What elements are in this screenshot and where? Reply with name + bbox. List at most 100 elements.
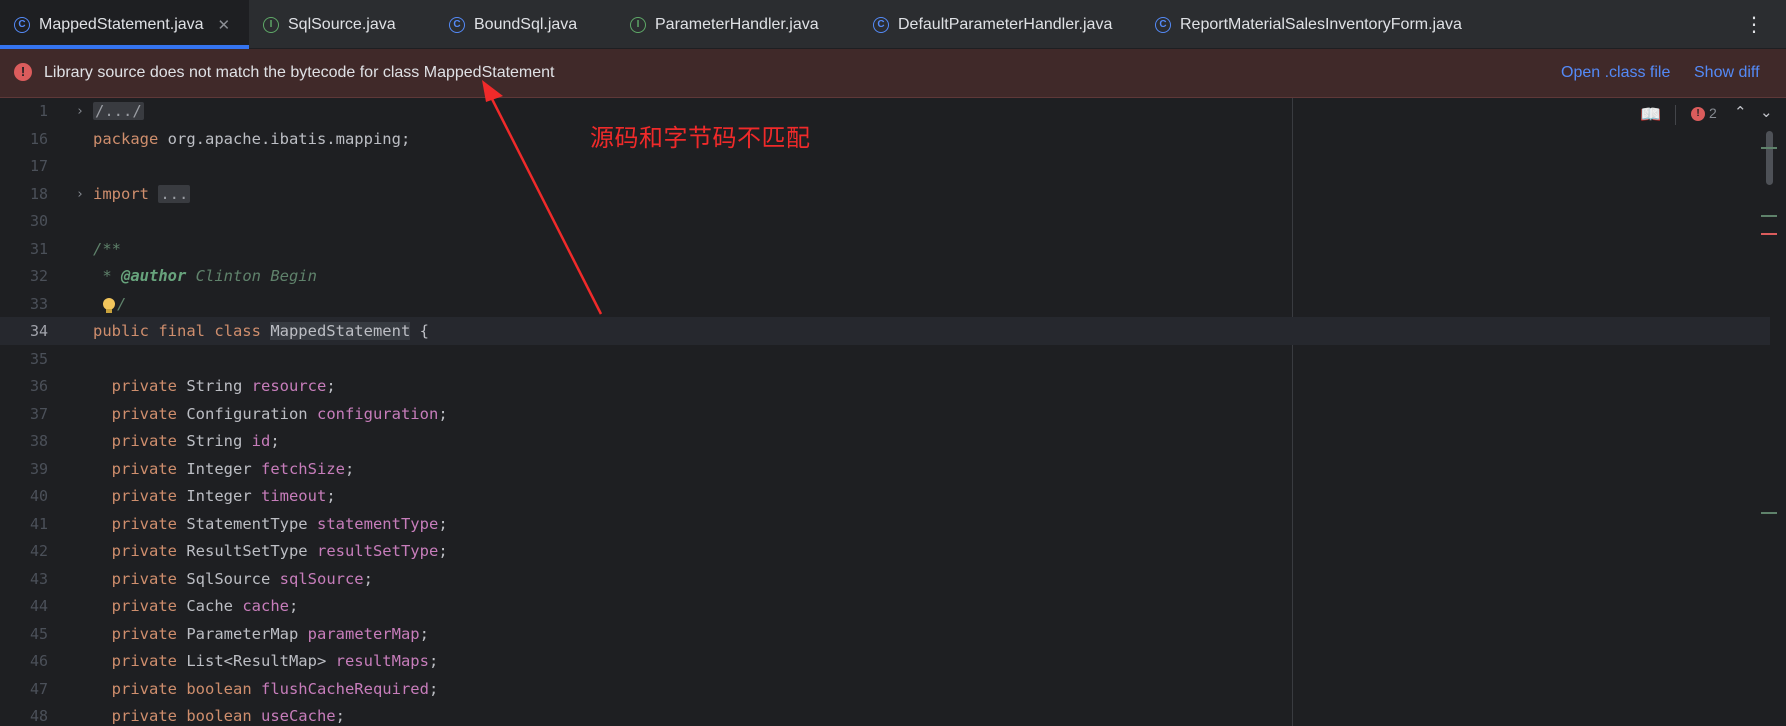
lightbulb-icon[interactable] [103,297,115,313]
line-number[interactable]: 35 [0,346,48,373]
code-token: ... [158,184,191,203]
line-number[interactable]: 36 [0,373,48,400]
more-tabs-icon[interactable]: ⋮ [1744,10,1764,38]
close-icon[interactable]: ✕ [218,16,231,34]
next-highlight-icon[interactable]: ⌄ [1760,103,1773,121]
error-marker-stripe[interactable] [1761,233,1777,235]
code-line[interactable]: 47 private boolean flushCacheRequired; [0,676,1290,703]
code-line[interactable]: 41 private StatementType statementType; [0,511,1290,538]
code-line[interactable]: 48 private boolean useCache; [0,703,1290,726]
code-token: String [186,432,252,450]
line-number[interactable]: 40 [0,483,48,510]
code-line[interactable]: 32 * @author Clinton Begin [0,263,1290,290]
code-line[interactable]: 43 private SqlSource sqlSource; [0,566,1290,593]
line-number[interactable]: 30 [0,208,48,235]
code-line[interactable]: 38 private String id; [0,428,1290,455]
code-text: package org.apache.ibatis.mapping; [93,126,410,153]
line-number[interactable]: 38 [0,428,48,455]
tab-defaultparameterhandler[interactable]: C DefaultParameterHandler.java [873,0,1112,49]
code-line[interactable]: 36 private String resource; [0,373,1290,400]
code-text: /** [93,236,121,263]
code-line[interactable]: 17 [0,153,1290,180]
code-token: private [93,624,187,643]
line-number[interactable]: 37 [0,401,48,428]
line-number[interactable]: 44 [0,593,48,620]
line-number[interactable]: 33 [0,291,48,318]
code-token: ; [326,377,336,395]
class-icon: C [14,16,30,33]
tab-label: ParameterHandler.java [655,15,819,33]
fold-chevron-icon[interactable]: › [76,98,84,125]
code-line[interactable]: 42 private ResultSetType resultSetType; [0,538,1290,565]
line-number[interactable]: 18 [0,181,48,208]
code-line[interactable]: 37 private Configuration configuration; [0,401,1290,428]
tab-reportmaterialsalesinventoryform[interactable]: C ReportMaterialSalesInventoryForm.java [1155,0,1462,49]
code-line[interactable]: 18 › import ... [0,181,1290,208]
code-token: configuration [316,404,439,423]
code-token: boolean [186,679,261,698]
line-number[interactable]: 32 [0,263,48,290]
line-number[interactable]: 34 [0,318,48,345]
code-line[interactable]: 34 public final class MappedStatement { [0,318,1290,345]
line-number[interactable]: 16 [0,126,48,153]
line-number[interactable]: 1 [0,98,48,125]
fold-chevron-icon[interactable]: › [76,181,84,208]
line-number[interactable]: 41 [0,511,48,538]
line-number[interactable]: 17 [0,153,48,180]
code-line[interactable]: 44 private Cache cache; [0,593,1290,620]
tab-label: BoundSql.java [474,15,578,33]
code-line[interactable]: 33 / [0,291,1290,318]
line-number[interactable]: 48 [0,703,48,726]
show-diff-link[interactable]: Show diff [1694,64,1760,82]
tab-sqlsource[interactable]: I SqlSource.java [263,0,396,49]
line-number[interactable]: 31 [0,236,48,263]
code-token: cache [242,597,289,615]
line-number[interactable]: 45 [0,621,48,648]
previous-highlight-icon[interactable]: ⌃ [1734,103,1747,121]
code-line[interactable]: 46 private List<ResultMap> resultMaps; [0,648,1290,675]
code-token: MappedStatement [270,322,411,340]
code-text: import ... [93,181,191,208]
tab-label: ReportMaterialSalesInventoryForm.java [1180,15,1462,33]
code-text: private ParameterMap parameterMap; [93,621,429,648]
code-editor[interactable]: 1 › /.../ 16 package org.apache.ibatis.mappi… [0,98,1786,726]
line-number[interactable]: 47 [0,676,48,703]
code-line[interactable]: 30 [0,208,1290,235]
code-line[interactable]: 35 [0,346,1290,373]
code-token: @author [121,267,187,285]
change-marker-stripe[interactable] [1761,147,1777,149]
code-token: private [93,487,187,505]
code-token: ; [419,624,429,643]
code-token: ; [428,679,439,698]
tab-mappedstatement[interactable]: C MappedStatement.java ✕ [0,0,249,49]
code-text: private StatementType statementType; [93,511,448,538]
code-line[interactable]: 40 private Integer timeout; [0,483,1290,510]
code-text: public final class MappedStatement { [93,318,429,345]
error-count-icon[interactable]: ! [1691,107,1705,121]
code-text: / [103,291,126,318]
line-number[interactable]: 43 [0,566,48,593]
interface-icon: I [630,16,646,33]
tab-parameterhandler[interactable]: I ParameterHandler.java [630,0,819,49]
code-line[interactable]: 39 private Integer fetchSize; [0,456,1290,483]
code-line[interactable]: 31 /** [0,236,1290,263]
code-token: resultMaps [335,652,429,670]
code-token: useCache [260,707,336,725]
error-count[interactable]: 2 [1709,105,1717,121]
tab-label: SqlSource.java [288,15,396,33]
code-text: private Integer timeout; [93,483,336,510]
tab-boundsql[interactable]: C BoundSql.java [449,0,577,49]
change-marker-stripe[interactable] [1761,215,1777,217]
code-line[interactable]: 45 private ParameterMap parameterMap; [0,621,1290,648]
change-marker-stripe[interactable] [1761,512,1777,514]
scrollbar-thumb[interactable] [1766,131,1773,185]
code-token: private [93,597,187,615]
open-class-file-link[interactable]: Open .class file [1561,64,1670,82]
reader-mode-icon[interactable]: 📖 [1640,105,1661,125]
code-token: package [93,129,168,148]
line-number[interactable]: 42 [0,538,48,565]
error-icon: ! [14,63,32,81]
code-token: private [93,377,187,395]
line-number[interactable]: 39 [0,456,48,483]
line-number[interactable]: 46 [0,648,48,675]
